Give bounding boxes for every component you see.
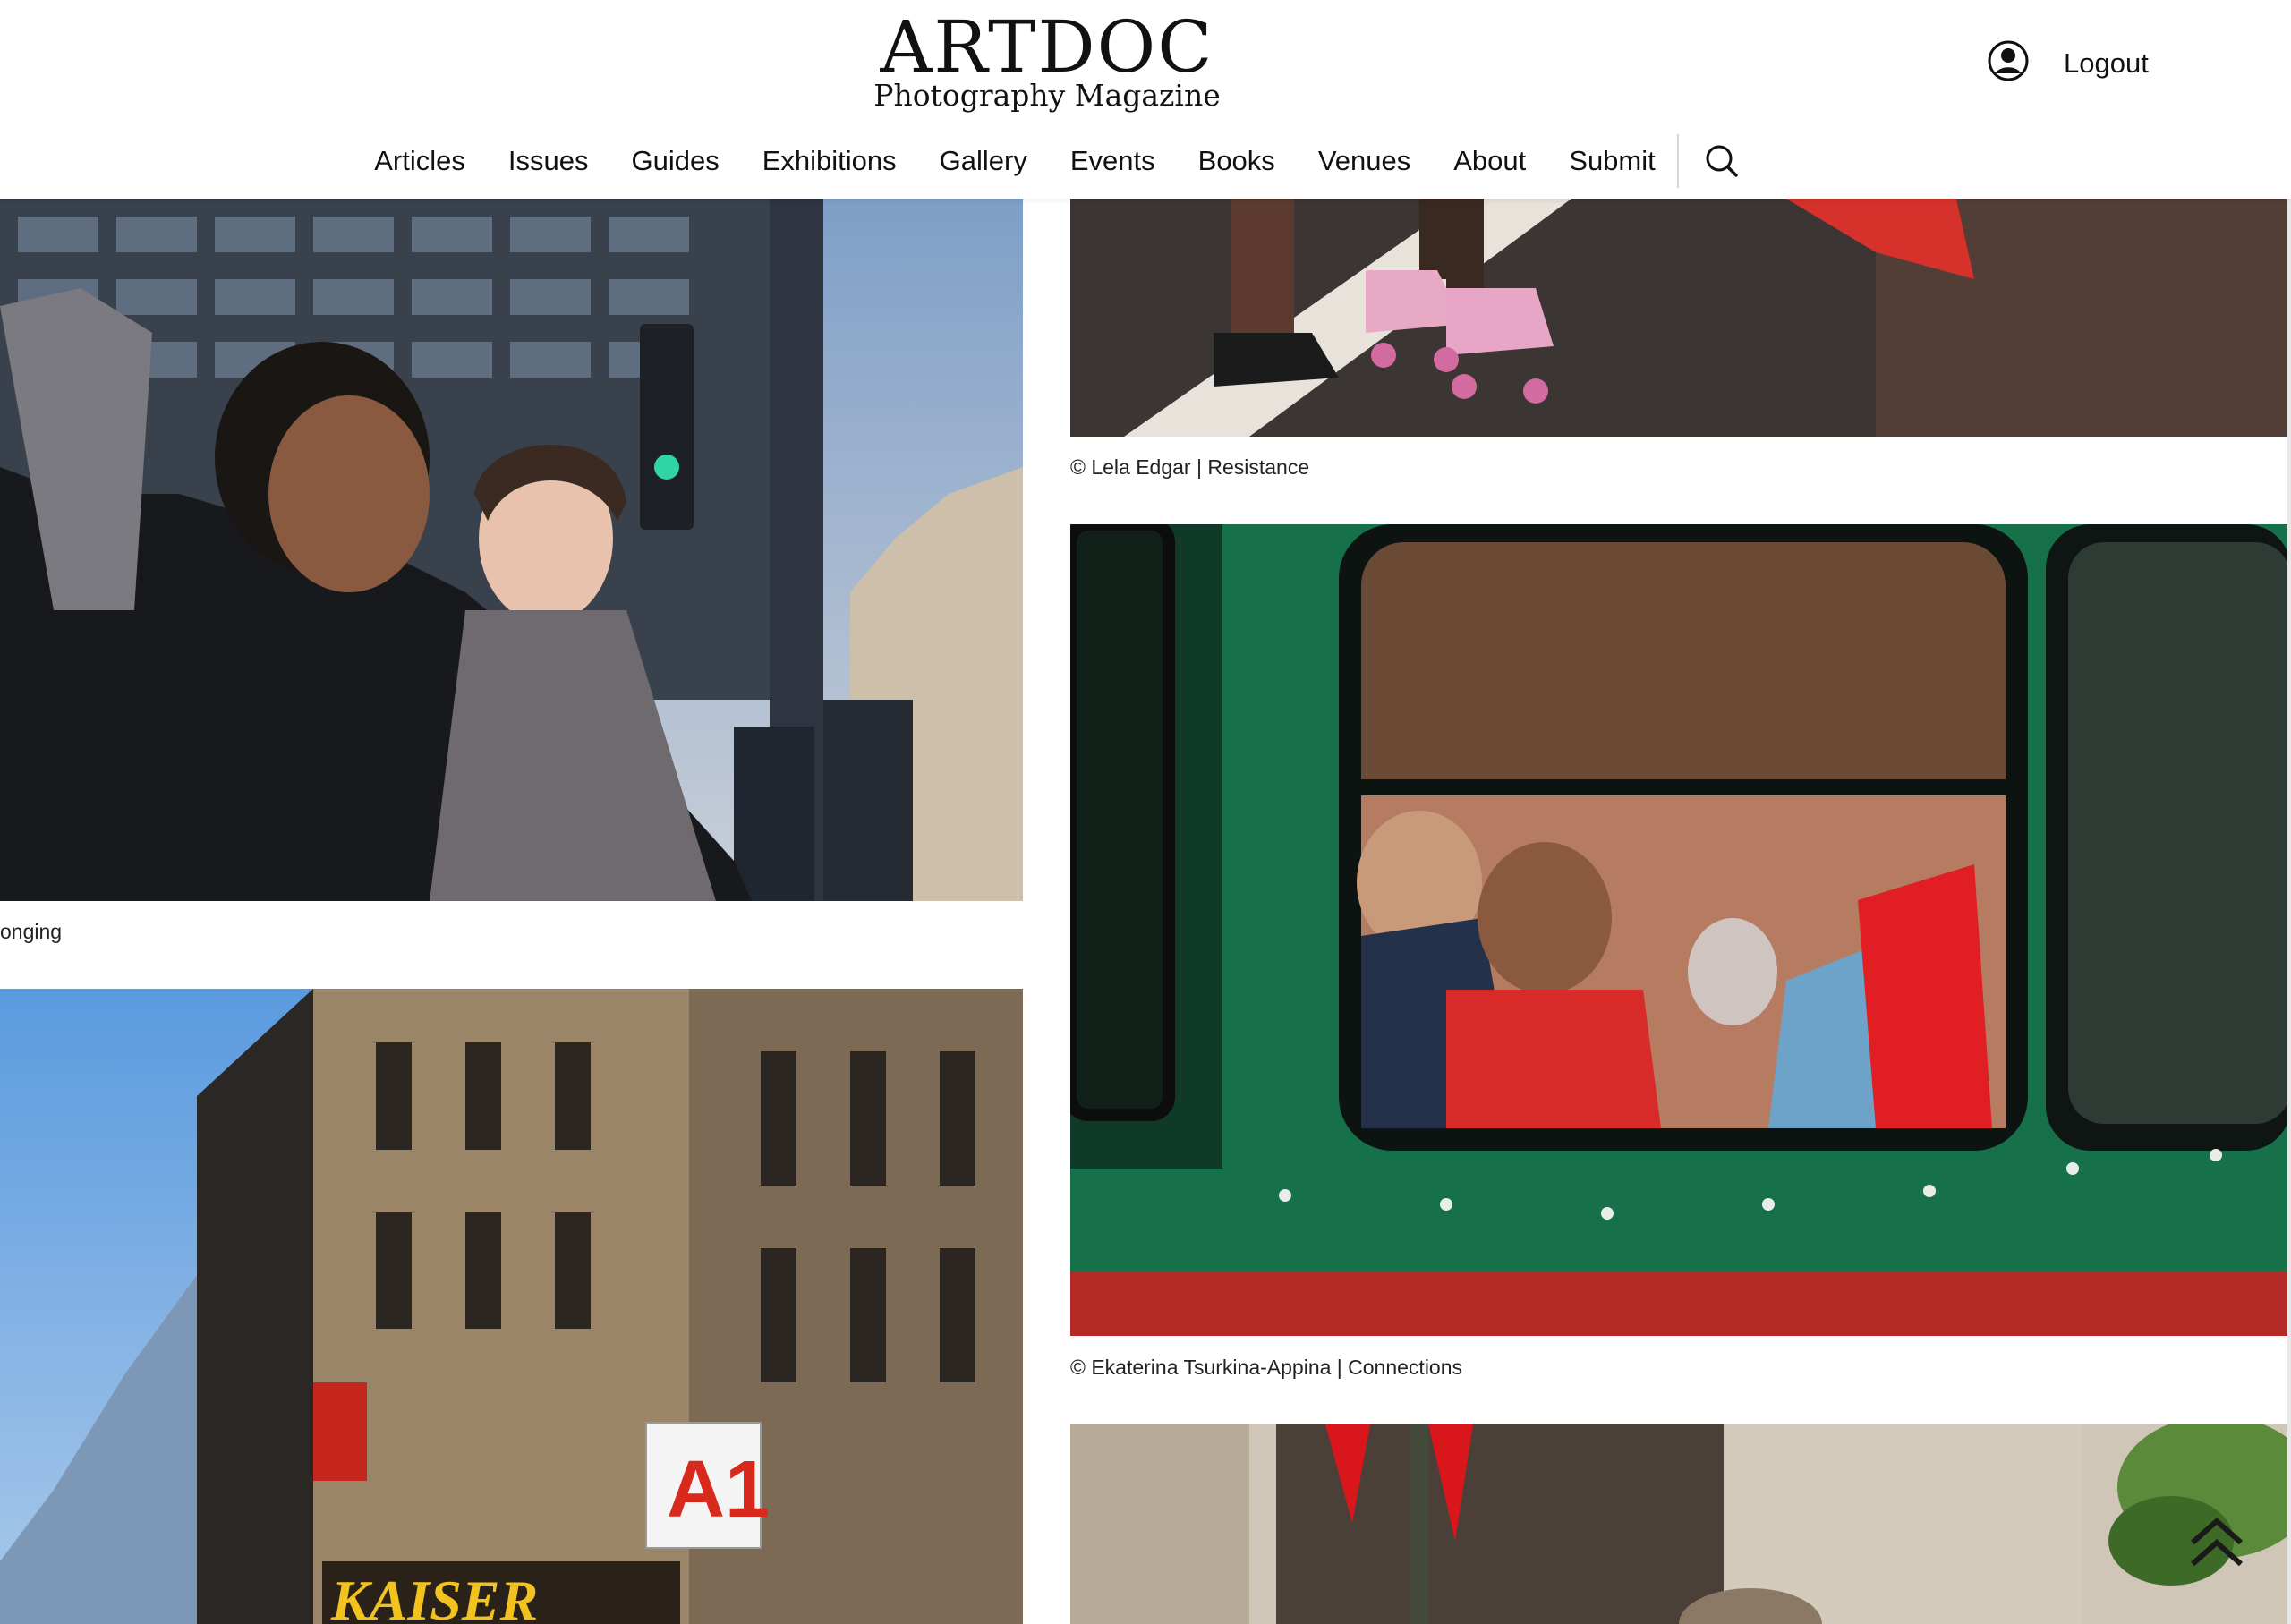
svg-text:A1: A1	[667, 1445, 770, 1535]
photo-caption: © Ekaterina Tsurkina-Appina | Connection…	[1070, 1356, 1463, 1379]
nav-articles[interactable]: Articles	[374, 145, 465, 177]
user-circle-icon[interactable]	[1987, 39, 2030, 87]
account-area: Logout	[1987, 39, 2149, 87]
gallery-photo-train-window[interactable]	[1070, 524, 2291, 1336]
nav-about[interactable]: About	[1453, 145, 1526, 177]
double-chevron-up-icon[interactable]	[2187, 1516, 2246, 1571]
scrollbar-track[interactable]	[2287, 199, 2291, 1624]
svg-text:KAISER: KAISER	[330, 1569, 538, 1624]
nav-exhibitions[interactable]: Exhibitions	[762, 145, 897, 177]
search-icon[interactable]	[1702, 141, 1742, 181]
logo-subtitle: Photography Magazine	[873, 78, 1221, 113]
photo-caption: © Lela Edgar | Resistance	[1070, 455, 1310, 479]
logout-link[interactable]: Logout	[2064, 47, 2149, 80]
nav-guides[interactable]: Guides	[632, 145, 720, 177]
main-nav: Articles Issues Guides Exhibitions Galle…	[0, 134, 2094, 188]
nav-submit[interactable]: Submit	[1569, 145, 1655, 177]
gallery-photo-festival[interactable]	[1070, 1424, 2291, 1624]
site-logo[interactable]: ARTDOC Photography Magazine	[0, 9, 2094, 111]
gallery-photo-rollerskates[interactable]	[1070, 199, 2291, 437]
gallery-photo-tango[interactable]	[0, 199, 1023, 901]
logo-title: ARTDOC	[880, 5, 1214, 89]
gallery-photo-street[interactable]: A1 KAISER	[0, 989, 1023, 1624]
nav-issues[interactable]: Issues	[508, 145, 589, 177]
nav-gallery[interactable]: Gallery	[940, 145, 1027, 177]
nav-divider	[1676, 134, 1679, 188]
nav-venues[interactable]: Venues	[1318, 145, 1410, 177]
nav-events[interactable]: Events	[1070, 145, 1155, 177]
site-header: ARTDOC Photography Magazine Logout Artic…	[0, 0, 2291, 199]
nav-books[interactable]: Books	[1198, 145, 1275, 177]
photo-caption: onging	[0, 920, 63, 943]
